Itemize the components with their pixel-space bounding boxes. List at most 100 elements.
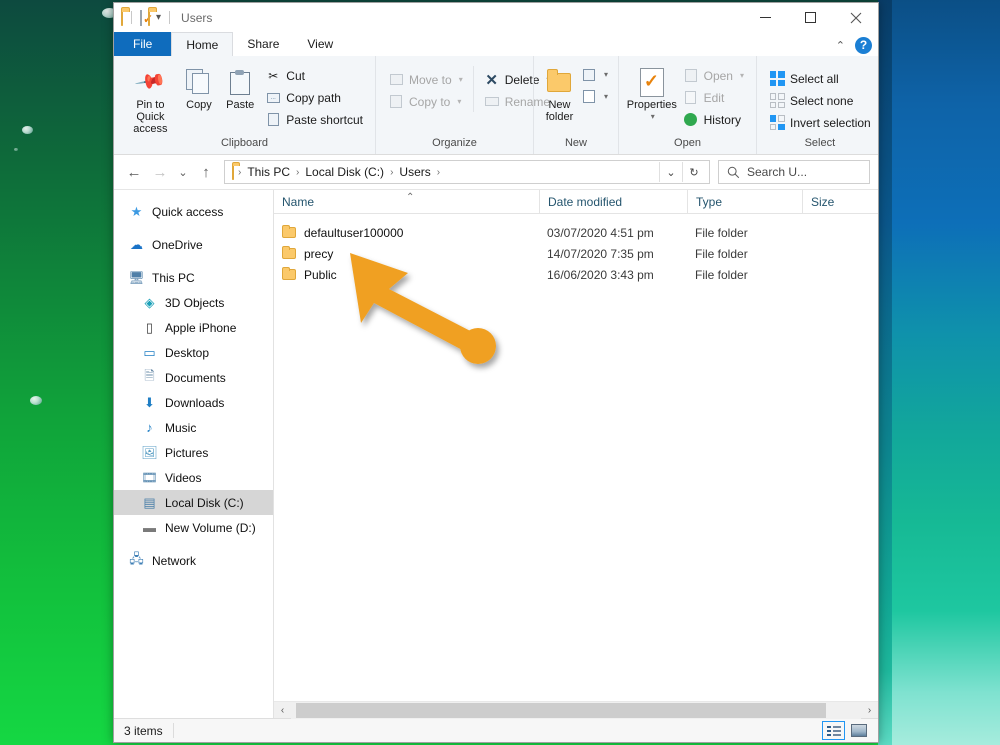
ribbon-group-new: New folder ▾ ▾ New bbox=[533, 56, 618, 154]
new-folder-icon bbox=[547, 65, 572, 99]
close-icon bbox=[850, 12, 861, 23]
column-header-size[interactable]: Size bbox=[802, 189, 878, 214]
collapse-ribbon-icon[interactable]: ⌃ bbox=[836, 39, 845, 52]
new-item-icon bbox=[581, 67, 597, 83]
minimize-button[interactable] bbox=[743, 3, 788, 32]
cloud-icon: ☁ bbox=[130, 236, 143, 252]
column-header-type[interactable]: Type bbox=[687, 189, 802, 214]
properties-label: Properties bbox=[626, 99, 677, 111]
new-folder-icon[interactable] bbox=[148, 9, 150, 26]
cut-button[interactable]: ✂ Cut bbox=[261, 65, 367, 86]
sidebar-label: 3D Objects bbox=[165, 295, 225, 310]
sidebar-item-this-pc[interactable]: 🖥 This PC bbox=[114, 265, 273, 290]
sidebar-item-network[interactable]: 🖧 Network bbox=[114, 548, 273, 573]
tab-share[interactable]: Share bbox=[233, 32, 293, 56]
help-icon[interactable]: ? bbox=[855, 37, 872, 54]
back-button[interactable]: ← bbox=[122, 160, 146, 184]
scrollbar-thumb[interactable] bbox=[296, 702, 827, 718]
breadcrumb-users[interactable]: Users bbox=[395, 161, 434, 183]
pin-to-quick-access-button[interactable]: 📌 Pin to Quick access bbox=[122, 62, 179, 135]
search-input[interactable]: Search U... bbox=[718, 160, 870, 184]
file-name: precy bbox=[304, 246, 334, 261]
pin-icon: 📌 bbox=[133, 65, 167, 99]
title-bar: ✓ ▾ Users bbox=[114, 3, 878, 32]
ribbon-group-open: ✓ Properties ▾ Open ▾ Edit History Open bbox=[618, 56, 756, 154]
scrollbar-track[interactable] bbox=[291, 701, 861, 719]
invert-selection-button[interactable]: Invert selection bbox=[765, 112, 875, 133]
sidebar-item-documents[interactable]: 🗎 Documents bbox=[114, 365, 273, 390]
refresh-button[interactable]: ↻ bbox=[683, 166, 705, 179]
easy-access-button[interactable]: ▾ bbox=[579, 86, 610, 107]
breadcrumb-separator: › bbox=[296, 166, 300, 178]
table-row[interactable]: defaultuser100000 03/07/2020 4:51 pm Fil… bbox=[274, 222, 878, 243]
table-row[interactable]: Public 16/06/2020 3:43 pm File folder bbox=[274, 264, 878, 285]
new-item-button[interactable]: ▾ bbox=[579, 64, 610, 85]
group-label-organize: Organize bbox=[432, 137, 477, 149]
close-button[interactable] bbox=[833, 3, 878, 32]
sidebar-item-apple-iphone[interactable]: ▯ Apple iPhone bbox=[114, 315, 273, 340]
chevron-down-icon: ▾ bbox=[650, 112, 655, 121]
select-all-button[interactable]: Select all bbox=[765, 68, 875, 89]
horizontal-scrollbar[interactable]: ‹ › bbox=[274, 701, 878, 719]
star-icon: ★ bbox=[130, 203, 143, 219]
breadcrumb-this-pc[interactable]: This PC bbox=[243, 161, 294, 183]
easy-access-icon bbox=[581, 89, 597, 105]
rename-icon bbox=[484, 94, 500, 110]
scroll-left-button[interactable]: ‹ bbox=[274, 705, 291, 716]
copy-to-button[interactable]: Copy to ▾ bbox=[384, 91, 467, 112]
sidebar-item-downloads[interactable]: ⬇ Downloads bbox=[114, 390, 273, 415]
chevron-down-icon: ▾ bbox=[603, 92, 608, 101]
properties-icon[interactable]: ✓ bbox=[140, 9, 153, 26]
scroll-right-button[interactable]: › bbox=[861, 705, 878, 716]
column-header-date-modified[interactable]: Date modified bbox=[539, 189, 687, 214]
up-button[interactable]: ↑ bbox=[194, 160, 218, 184]
sidebar-item-3d-objects[interactable]: ◈ 3D Objects bbox=[114, 290, 273, 315]
copy-to-label: Copy to bbox=[409, 94, 451, 109]
tab-view[interactable]: View bbox=[293, 32, 347, 56]
maximize-button[interactable] bbox=[788, 3, 833, 32]
details-view-button[interactable] bbox=[822, 721, 845, 740]
sidebar-item-pictures[interactable]: 🖼 Pictures bbox=[114, 440, 273, 465]
videos-icon: 🎞 bbox=[141, 469, 158, 485]
chevron-down-icon: ▾ bbox=[739, 71, 744, 80]
sidebar-item-onedrive[interactable]: ☁ OneDrive bbox=[114, 232, 273, 257]
table-row[interactable]: precy 14/07/2020 7:35 pm File folder bbox=[274, 243, 878, 264]
column-header-name[interactable]: Name ⌃ bbox=[274, 190, 539, 214]
sidebar-item-music[interactable]: ♪ Music bbox=[114, 415, 273, 440]
select-none-button[interactable]: Select none bbox=[765, 90, 875, 111]
sidebar-item-quick-access[interactable]: ★ Quick access bbox=[114, 199, 273, 224]
move-to-label: Move to bbox=[409, 72, 452, 87]
move-to-button[interactable]: Move to ▾ bbox=[384, 69, 467, 90]
edit-button[interactable]: Edit bbox=[679, 87, 748, 108]
history-button[interactable]: History bbox=[679, 109, 748, 130]
history-dropdown-button[interactable]: ⌄ bbox=[660, 166, 682, 179]
breadcrumb[interactable]: › This PC › Local Disk (C:) › Users › ⌄ … bbox=[224, 160, 710, 184]
window-controls bbox=[743, 3, 878, 32]
folder-icon[interactable] bbox=[121, 9, 123, 26]
tab-home[interactable]: Home bbox=[171, 32, 234, 56]
open-button[interactable]: Open ▾ bbox=[679, 65, 748, 86]
sidebar-label: Quick access bbox=[152, 204, 224, 219]
paste-button[interactable]: Paste bbox=[219, 62, 261, 111]
file-date: 16/06/2020 3:43 pm bbox=[547, 267, 654, 282]
sidebar-item-videos[interactable]: 🎞 Videos bbox=[114, 465, 273, 490]
copy-button[interactable]: Copy bbox=[179, 62, 219, 111]
forward-button[interactable]: → bbox=[148, 160, 172, 184]
sidebar-item-desktop[interactable]: ▭ Desktop bbox=[114, 340, 273, 365]
large-icons-view-button[interactable] bbox=[847, 721, 870, 740]
paste-shortcut-button[interactable]: Paste shortcut bbox=[261, 109, 367, 130]
desktop-icon: ▭ bbox=[143, 344, 156, 360]
chevron-down-icon[interactable]: ▾ bbox=[156, 12, 161, 23]
breadcrumb-local-disk[interactable]: Local Disk (C:) bbox=[301, 161, 388, 183]
sidebar-item-new-volume-d[interactable]: ▬ New Volume (D:) bbox=[114, 515, 273, 540]
tab-file[interactable]: File bbox=[114, 32, 172, 56]
sidebar-item-local-disk-c[interactable]: ▤ Local Disk (C:) bbox=[114, 490, 273, 515]
navigation-pane: ★ Quick access ☁ OneDrive 🖥 This PC ◈ 3D… bbox=[114, 190, 274, 718]
file-list-pane: Name ⌃ Date modified Type Size defaultus… bbox=[274, 189, 878, 719]
recent-locations-button[interactable]: ⌄ bbox=[174, 160, 192, 184]
ribbon-tab-actions: ⌃ ? bbox=[836, 37, 872, 54]
properties-button[interactable]: ✓ Properties ▾ bbox=[625, 62, 679, 123]
copy-path-button[interactable]: ... Copy path bbox=[261, 87, 367, 108]
new-folder-button[interactable]: New folder bbox=[540, 62, 579, 123]
